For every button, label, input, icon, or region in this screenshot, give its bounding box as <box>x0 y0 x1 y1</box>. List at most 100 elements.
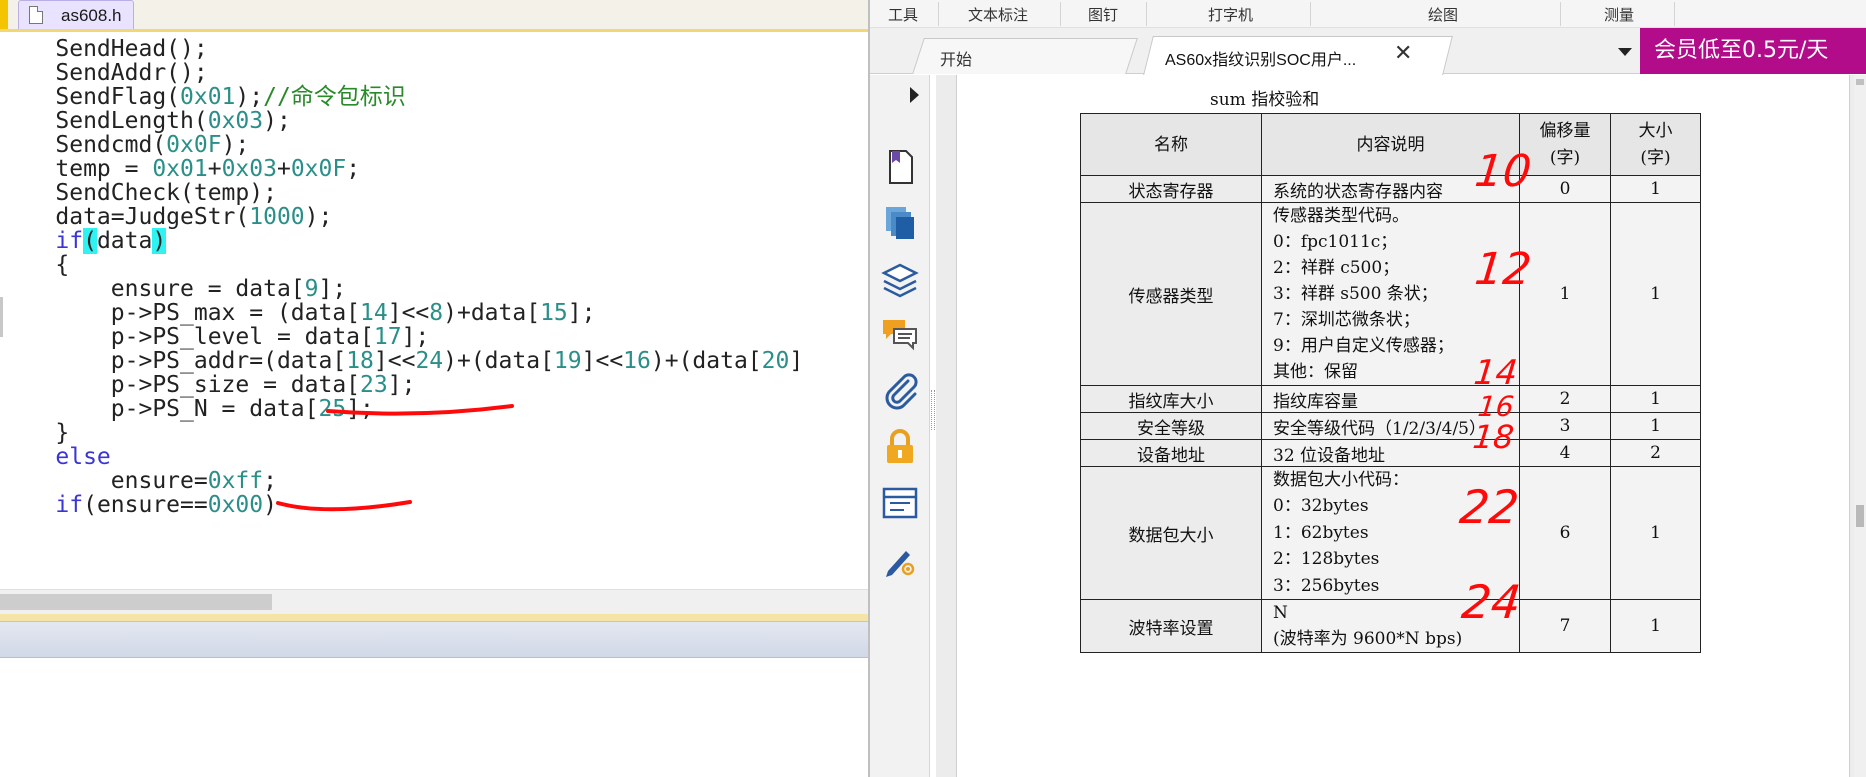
header-offset-line1: 偏移量 <box>1539 120 1591 141</box>
code-token: + <box>276 156 291 182</box>
editor-tab-bar: as608.h <box>0 0 868 32</box>
cell-size: 1 <box>1610 412 1701 440</box>
pdf-viewer: 工具 文本标注 图钉 打字机 绘图 测量 开始 AS60x指纹识别SOC用户..… <box>868 0 1866 777</box>
close-icon[interactable]: ✕ <box>1394 42 1412 66</box>
expand-panel-arrow-icon[interactable] <box>910 87 919 103</box>
table-caption: sum 指校验和 <box>1210 90 1320 110</box>
code-line: if(ensure==0x00) <box>0 491 277 519</box>
code-token: (ensure== <box>83 492 208 518</box>
chevron-down-icon[interactable] <box>1618 48 1632 56</box>
handwritten-annotation: 12 <box>1472 244 1534 295</box>
menu-typewriter[interactable]: 打字机 <box>1208 4 1253 25</box>
header-offset: 偏移量 (字) <box>1519 113 1611 176</box>
cell-offset: 4 <box>1519 439 1611 467</box>
menu-separator <box>1310 2 1311 26</box>
cell-offset: 0 <box>1519 175 1611 203</box>
output-pane-header <box>0 622 868 658</box>
code-token: data <box>96 228 153 254</box>
code-token: ] <box>789 348 804 374</box>
code-token: )+(data[ <box>443 348 554 374</box>
cell-offset: 1 <box>1519 202 1611 386</box>
table-body: 状态寄存器 系统的状态寄存器内容 0 1 传感器类型 传感器类型代码。 0：fpc1011c… <box>1080 175 1701 654</box>
cell-offset: 6 <box>1519 465 1611 601</box>
header-size-line2: (字) <box>1640 147 1671 168</box>
code-token: ; <box>346 156 361 182</box>
description-line: 7：深圳芯微条状； <box>1273 310 1420 330</box>
code-token: 8 <box>429 300 444 326</box>
pdf-page: sum 指校验和 名称 内容说明 偏移量 (字) 大小 (字) 状态寄存器 系统… <box>956 75 1850 777</box>
layers-icon[interactable] <box>880 259 920 299</box>
code-token: 20 <box>761 348 790 374</box>
code-token: ) <box>263 492 277 518</box>
code-token: 25 <box>318 396 347 422</box>
code-text-area[interactable]: SendHead(); SendAddr(); SendFlag(0x01);/… <box>0 35 868 588</box>
description-line: 指纹库容量 <box>1273 391 1358 412</box>
cell-offset: 7 <box>1519 599 1611 654</box>
table-row: 设备地址 32 位设备地址 4 2 <box>1080 439 1701 467</box>
code-editor: as608.h SendHead(); SendAddr(); SendFlag… <box>0 0 868 777</box>
code-token: ); <box>304 204 333 230</box>
table-row: 波特率设置 N (波特率为 9600*N bps) 7 1 <box>1080 599 1701 654</box>
comments-icon[interactable] <box>880 315 920 355</box>
file-icon <box>29 6 43 24</box>
menu-tools[interactable]: 工具 <box>888 4 918 25</box>
tab-document-label[interactable]: AS60x指纹识别SOC用户... <box>1165 46 1356 70</box>
table-header-row: 名称 内容说明 偏移量 (字) 大小 (字) <box>1080 113 1701 176</box>
pane-splitter[interactable] <box>0 614 868 622</box>
code-token: )+data[ <box>443 300 541 326</box>
table-row: 传感器类型 传感器类型代码。 0：fpc1011c； 2：祥群 c500； 3：祥群 s… <box>1080 202 1701 386</box>
form-fields-icon[interactable] <box>880 483 920 523</box>
signature-pen-icon[interactable] <box>880 539 920 579</box>
menu-measure[interactable]: 测量 <box>1604 4 1634 25</box>
table-row: 数据包大小 数据包大小代码： 0：32bytes 1：62bytes 2：128byte… <box>1080 465 1701 601</box>
cell-name: 状态寄存器 <box>1080 175 1262 203</box>
cell-size: 1 <box>1610 202 1701 386</box>
cell-offset: 3 <box>1519 412 1611 440</box>
scrollbar-thumb[interactable] <box>1856 505 1864 527</box>
file-tab-label: as608.h <box>61 6 122 25</box>
menu-separator <box>1146 2 1147 26</box>
sidebar-resize-gripper[interactable] <box>931 390 935 430</box>
vertical-scrollbar[interactable] <box>1854 75 1866 777</box>
code-token: ]<< <box>581 348 624 374</box>
handwritten-annotation: 22 <box>1457 480 1522 534</box>
cell-size: 1 <box>1610 465 1701 601</box>
attachment-icon[interactable] <box>880 371 920 411</box>
description-line: 传感器类型代码。 <box>1273 206 1409 226</box>
table-row: 安全等级 安全等级代码（1/2/3/4/5） 3 1 <box>1080 412 1701 440</box>
security-lock-icon[interactable] <box>880 427 920 467</box>
register-spec-table: 名称 内容说明 偏移量 (字) 大小 (字) 状态寄存器 系统的状态寄存器内容 0 1… <box>1080 113 1701 654</box>
code-token: ]; <box>387 372 416 398</box>
horizontal-scrollbar[interactable] <box>0 589 868 614</box>
file-tab[interactable]: as608.h <box>18 0 134 29</box>
code-token: 0x00 <box>207 492 264 518</box>
menu-separator <box>938 2 939 26</box>
scrollbar-thumb[interactable] <box>0 594 272 610</box>
vip-promo-banner[interactable]: 会员低至0.5元/天 <box>1640 28 1866 74</box>
code-token: ); <box>263 108 291 134</box>
tab-bar-marker <box>0 0 8 29</box>
tab-home-label[interactable]: 开始 <box>940 46 972 70</box>
menu-pin[interactable]: 图钉 <box>1088 4 1118 25</box>
menu-separator <box>1060 2 1061 26</box>
header-size: 大小 (字) <box>1610 113 1701 176</box>
menu-text-annotation[interactable]: 文本标注 <box>968 4 1028 25</box>
cell-name: 指纹库大小 <box>1080 385 1262 413</box>
cell-offset: 2 <box>1519 385 1611 413</box>
cell-size: 1 <box>1610 385 1701 413</box>
description-line: 2：128bytes <box>1273 549 1380 570</box>
code-token: ]; <box>567 300 596 326</box>
handwritten-annotation: 10 <box>1472 146 1534 197</box>
menu-separator <box>1560 2 1561 26</box>
menu-draw[interactable]: 绘图 <box>1428 4 1458 25</box>
cell-name: 设备地址 <box>1080 439 1262 467</box>
handwritten-annotation: 24 <box>1459 575 1524 629</box>
code-token: ]; <box>346 396 374 422</box>
description-line: (波特率为 9600*N bps) <box>1273 629 1463 650</box>
code-token: )+(data[ <box>650 348 762 374</box>
header-name: 名称 <box>1080 113 1262 176</box>
pages-icon[interactable] <box>880 203 920 243</box>
page-thumbnail-icon[interactable] <box>880 147 920 187</box>
document-canvas[interactable]: sum 指校验和 名称 内容说明 偏移量 (字) 大小 (字) 状态寄存器 系统… <box>936 75 1866 777</box>
